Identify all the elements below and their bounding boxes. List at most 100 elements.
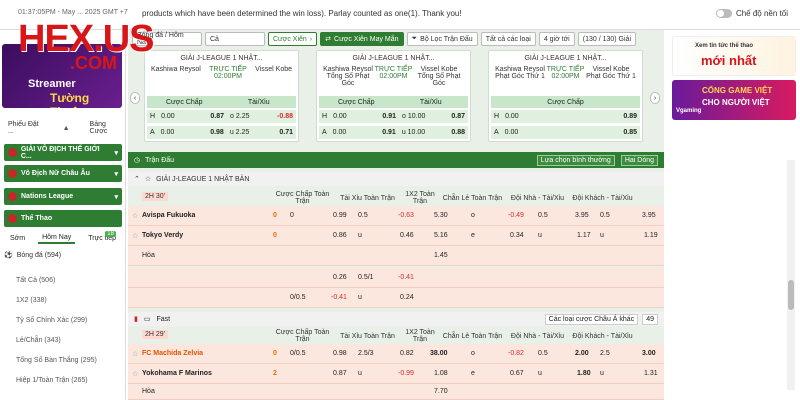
tab-live[interactable]: Trực tiếp 18 <box>88 230 116 242</box>
odd[interactable]: 0.5 <box>538 350 548 357</box>
odd[interactable]: 0/0.5 <box>290 294 306 301</box>
market-item[interactable]: Tỷ Số Chính Xác (299) <box>16 317 87 324</box>
odd[interactable]: 3.95 <box>575 212 589 219</box>
odd[interactable]: 1.19 <box>644 232 658 239</box>
odd[interactable]: 1.17 <box>577 232 591 239</box>
tab-today[interactable]: Hôm Nay <box>38 232 76 244</box>
table-row[interactable]: 0/0.5 -0.41 u 0.24 <box>128 288 664 308</box>
odd[interactable]: -0.41 <box>331 294 347 301</box>
table-row[interactable]: ☆ FC Machida Zelvia 0 0/0.5 0.98 2.5/3 0… <box>128 344 664 364</box>
lucky-parlay-button[interactable]: ⇄ Cược Xiên May Mắn <box>320 32 404 46</box>
market-count-select[interactable]: 49 <box>642 313 658 325</box>
odd[interactable]: 3.95 <box>642 212 656 219</box>
odd[interactable]: 2.5/3 <box>358 350 374 357</box>
odd[interactable]: 1.80 <box>577 370 591 377</box>
sort-select[interactable]: Lựa chọn bình thường <box>536 154 615 166</box>
match-filter-button[interactable]: ⏷ Bộ Lọc Trận Đấu <box>406 32 478 46</box>
odd[interactable]: e <box>471 232 475 239</box>
odd[interactable]: u <box>358 232 362 239</box>
odd[interactable]: o <box>471 212 475 219</box>
scrollbar-thumb[interactable] <box>788 280 794 310</box>
star-icon[interactable]: ☆ <box>145 175 151 183</box>
odd[interactable]: 5.16 <box>434 232 448 239</box>
odd[interactable]: -0.41 <box>398 274 414 281</box>
market-item[interactable]: Lẻ/Chẵn (343) <box>16 337 61 344</box>
table-row[interactable]: Hòa 7.70 <box>128 384 664 400</box>
odd[interactable]: 2.00 <box>575 350 589 357</box>
chevron-up-icon[interactable]: ▲ <box>63 125 70 132</box>
odd[interactable]: 0.24 <box>400 294 414 301</box>
odd[interactable]: -0.49 <box>508 212 524 219</box>
star-icon[interactable]: ☆ <box>132 350 138 358</box>
stats-icon[interactable]: ▮ <box>134 315 138 323</box>
market-item[interactable]: Tổng Số Bàn Thắng (295) <box>16 357 97 364</box>
scrollbar[interactable] <box>787 160 795 390</box>
vgaming-ad[interactable]: CỔNG GAME VIỆT CHO NGƯỜI VIỆT Vgaming <box>672 80 796 120</box>
odd[interactable]: 3.00 <box>642 350 656 357</box>
market-item[interactable]: 1X2 (338) <box>16 297 47 304</box>
table-row[interactable]: ☆ Yokohama F Marinos 2 0.87 u -0.99 1.08… <box>128 364 664 384</box>
odd[interactable]: 5.30 <box>434 212 448 219</box>
star-icon[interactable]: ☆ <box>132 232 138 240</box>
odd[interactable]: 0.5 <box>358 212 368 219</box>
odd[interactable]: o <box>471 350 475 357</box>
league-header[interactable]: ⌃ ☆ GIẢI J-LEAGUE 1 NHẬT BẢN <box>128 172 664 186</box>
sidebar-group-nations-league[interactable]: Nations League ▾ <box>4 188 122 205</box>
odd[interactable]: u <box>538 370 542 377</box>
tv-icon[interactable]: ▭ <box>144 315 151 323</box>
odd[interactable]: 0/0.5 <box>290 350 306 357</box>
lines-select[interactable]: Hai Dòng <box>620 154 658 166</box>
odds-row[interactable]: H 0.00 0.89 <box>491 110 640 123</box>
sports-news-ad[interactable]: Xem tin tức thể thao mới nhất <box>672 36 796 76</box>
odd[interactable]: 0.26 <box>333 274 347 281</box>
odd[interactable]: 1.45 <box>434 252 448 259</box>
odd[interactable]: u <box>358 370 362 377</box>
odd[interactable]: 7.70 <box>434 388 448 395</box>
market-item[interactable]: Hiệp 1/Toàn Trận (265) <box>16 377 88 384</box>
odd[interactable]: 0.67 <box>510 370 524 377</box>
parlay-button[interactable]: Cược Xiên › <box>268 32 318 46</box>
odd[interactable]: 38.00 <box>430 350 448 357</box>
odds-row[interactable]: A 0.00 0.91 u 10.00 0.88 <box>319 126 468 139</box>
league-count[interactable]: (130 / 130) Giải <box>577 32 636 46</box>
star-icon[interactable]: ☆ <box>132 370 138 378</box>
carousel-prev-button[interactable]: ‹ <box>130 92 140 104</box>
odd[interactable]: -0.82 <box>508 350 524 357</box>
odd[interactable]: u <box>538 232 542 239</box>
odd[interactable]: 0.87 <box>333 370 347 377</box>
night-mode-toggle[interactable]: Chế độ nền tối <box>715 9 788 18</box>
odd[interactable]: 0.34 <box>510 232 524 239</box>
sidebar-group-sports[interactable]: Thể Thao <box>4 210 122 227</box>
odd[interactable]: 0.5/1 <box>358 274 374 281</box>
featured-card[interactable]: GIẢI J-LEAGUE 1 NHẬT... Kashiwa Reysol T… <box>316 50 471 142</box>
tab-bet-list[interactable]: Bảng Cược <box>90 121 122 135</box>
odd[interactable]: -0.99 <box>398 370 414 377</box>
star-icon[interactable]: ☆ <box>132 212 138 220</box>
sidebar-group-womens-euro[interactable]: Vô Địch Nữ Châu Âu ▾ <box>4 165 122 182</box>
scope-select[interactable]: Cả <box>205 32 265 46</box>
sidebar-group-world-cup[interactable]: GIẢI VÔ ĐỊCH THẾ GIỚI C... ▾ <box>4 144 122 161</box>
featured-card[interactable]: GIẢI J-LEAGUE 1 NHẬT... Kashiwa Reysol P… <box>488 50 643 142</box>
hours-select[interactable]: 4 giờ tới <box>538 32 575 46</box>
odd[interactable]: 0.46 <box>400 232 414 239</box>
market-item[interactable]: Tất Cả (506) <box>16 277 55 284</box>
odds-type-select[interactable]: Các loại cược Châu Á khác <box>544 313 639 325</box>
sport-soccer[interactable]: ⚽ Bóng đá (594) <box>4 251 122 260</box>
table-row[interactable]: ☆ Tokyo Verdy 0 0.86 u 0.46 5.16 e 0.34 … <box>128 226 664 246</box>
table-row[interactable]: 0.26 0.5/1 -0.41 <box>128 268 664 288</box>
odd[interactable]: 0 <box>290 212 294 219</box>
tab-early[interactable]: Sớm <box>10 235 25 242</box>
odds-row[interactable]: H 0.00 0.87 o 2.25 -0.88 <box>147 110 296 123</box>
odd[interactable]: u <box>600 370 604 377</box>
odd[interactable]: 0.98 <box>333 350 347 357</box>
odd[interactable]: -0.63 <box>398 212 414 219</box>
toggle-switch-icon[interactable] <box>715 9 732 18</box>
odd[interactable]: 2.5 <box>600 350 610 357</box>
table-row[interactable]: ☆ Avispa Fukuoka 0 0 0.99 0.5 -0.63 5.30… <box>128 206 664 226</box>
odds-row[interactable]: A 0.00 0.98 u 2.25 0.71 <box>147 126 296 139</box>
odd[interactable]: 0.86 <box>333 232 347 239</box>
odd[interactable]: 1.31 <box>644 370 658 377</box>
odd[interactable]: 0.5 <box>600 212 610 219</box>
fast-label[interactable]: Fast <box>156 316 170 323</box>
tab-betslip[interactable]: Phiếu Đặt ... <box>8 121 43 135</box>
